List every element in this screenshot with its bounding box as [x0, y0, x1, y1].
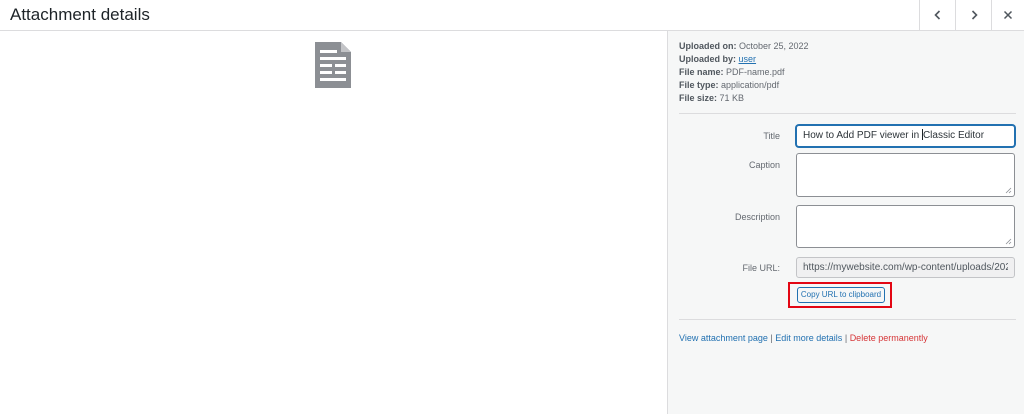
file-name-value: PDF-name.pdf — [726, 67, 785, 77]
file-url-label: File URL: — [742, 263, 780, 273]
resize-grip-icon[interactable] — [1005, 238, 1012, 245]
description-textarea[interactable] — [796, 205, 1015, 248]
caption-textarea[interactable] — [796, 153, 1015, 197]
uploaded-on-value: October 25, 2022 — [739, 41, 809, 51]
uploaded-by-row: Uploaded by: user — [679, 53, 809, 66]
view-attachment-link[interactable]: View attachment page — [679, 333, 768, 343]
title-text-before-caret: How to Add PDF viewer in — [803, 130, 922, 141]
close-icon — [1003, 10, 1013, 20]
title-label: Title — [763, 131, 780, 141]
file-type-row: File type: application/pdf — [679, 79, 809, 92]
edit-details-link[interactable]: Edit more details — [775, 333, 842, 343]
attachment-preview — [0, 31, 667, 414]
attachment-details-sidebar: Uploaded on: October 25, 2022 Uploaded b… — [667, 31, 1024, 414]
file-size-value: 71 KB — [719, 93, 745, 103]
caption-label: Caption — [748, 160, 780, 170]
modal-header: Attachment details — [0, 0, 1024, 31]
resize-grip-icon[interactable] — [1005, 187, 1012, 194]
title-input[interactable]: How to Add PDF viewer in Classic Editor — [796, 125, 1015, 147]
divider — [679, 113, 1016, 114]
chevron-right-icon — [971, 10, 978, 20]
attachment-actions: View attachment page | Edit more details… — [679, 332, 928, 344]
file-type-label: File type: — [679, 80, 719, 90]
page-title: Attachment details — [10, 5, 150, 24]
chevron-left-icon — [933, 10, 940, 20]
close-modal-button[interactable] — [991, 0, 1024, 30]
file-url-input[interactable]: https://mywebsite.com/wp-content/uploads… — [796, 257, 1015, 278]
document-icon — [315, 42, 351, 88]
separator: | — [844, 333, 848, 343]
uploaded-on-label: Uploaded on: — [679, 41, 737, 51]
file-url-value: https://mywebsite.com/wp-content/uploads… — [803, 262, 1008, 273]
uploaded-by-link[interactable]: user — [739, 54, 757, 64]
divider — [679, 319, 1016, 320]
separator: | — [770, 333, 773, 343]
previous-attachment-button[interactable] — [919, 0, 955, 30]
uploaded-on-row: Uploaded on: October 25, 2022 — [679, 40, 809, 53]
file-meta: Uploaded on: October 25, 2022 Uploaded b… — [679, 40, 809, 105]
next-attachment-button[interactable] — [955, 0, 991, 30]
title-text-after-caret: Classic Editor — [922, 130, 985, 141]
file-size-label: File size: — [679, 93, 718, 103]
file-name-row: File name: PDF-name.pdf — [679, 66, 809, 79]
copy-url-button[interactable]: Copy URL to clipboard — [797, 287, 885, 303]
file-size-row: File size: 71 KB — [679, 92, 809, 105]
file-type-value: application/pdf — [721, 80, 780, 90]
description-label: Description — [734, 212, 780, 222]
delete-permanently-link[interactable]: Delete permanently — [850, 333, 928, 343]
uploaded-by-label: Uploaded by: — [679, 54, 737, 64]
file-name-label: File name: — [679, 67, 724, 77]
